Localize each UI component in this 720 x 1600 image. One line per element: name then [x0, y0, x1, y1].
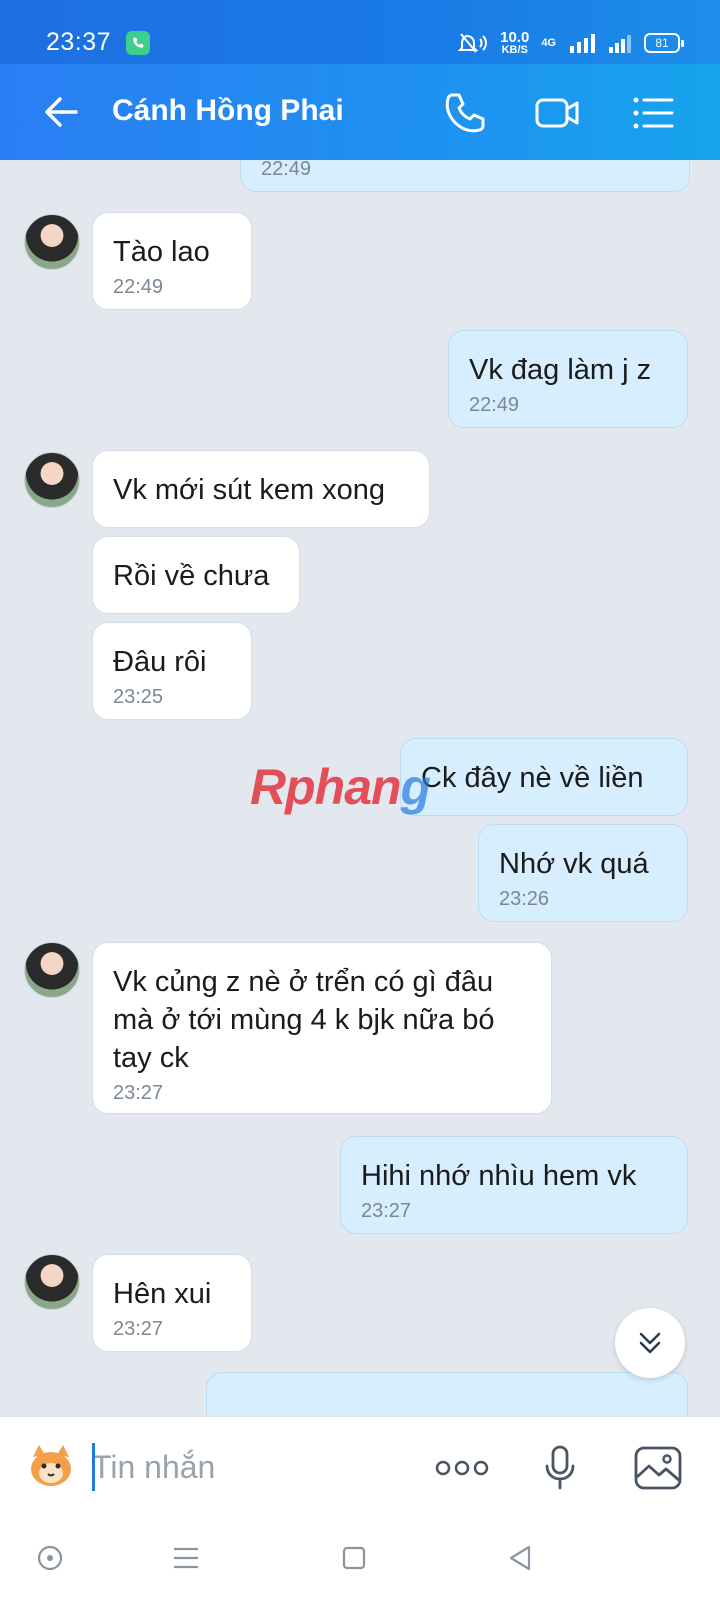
message-input[interactable] [92, 1443, 412, 1491]
double-chevron-down-icon [639, 1332, 661, 1354]
mute-icon [458, 33, 488, 53]
network-speed: 10.0 KB/S [500, 29, 530, 56]
system-navigation-bar [0, 1516, 720, 1600]
message-text: Vk củng z nè ở trển có gì đâu mà ở tới m… [113, 966, 495, 1074]
message-bubble-outgoing[interactable]: 22:49 [240, 160, 690, 192]
message-text: Ck đây nè về liền [421, 762, 644, 794]
message-text: Đâu rôi [113, 646, 207, 678]
phone-notification-icon [126, 31, 150, 55]
message-text: Nhớ vk quá [499, 848, 649, 880]
network-type: 4G [541, 37, 556, 49]
message-bubble-outgoing[interactable]: Nhớ vk quá 23:26 [478, 824, 688, 922]
message-bubble-incoming[interactable]: Đâu rôi 23:25 [92, 622, 252, 720]
message-time: 23:27 [113, 1318, 164, 1340]
contact-avatar[interactable] [24, 214, 80, 270]
message-text: Rồi về chưa [113, 560, 270, 592]
message-time: 22:49 [113, 276, 164, 298]
back-arrow-icon[interactable] [40, 90, 84, 134]
scroll-to-bottom-button[interactable] [615, 1308, 685, 1378]
signal-icon-2 [609, 35, 631, 53]
message-time: 23:27 [113, 1082, 164, 1104]
message-time: 23:25 [113, 686, 164, 708]
message-text: Vk mới sút kem xong [113, 474, 386, 506]
back-icon[interactable] [500, 1538, 540, 1578]
message-bubble-incoming[interactable]: Vk củng z nè ở trển có gì đâu mà ở tới m… [92, 942, 552, 1114]
contact-avatar[interactable] [24, 452, 80, 508]
home-icon[interactable] [334, 1538, 374, 1578]
message-text: Hên xui [113, 1278, 212, 1310]
message-bubble-outgoing[interactable]: Ck đây nè về liền [400, 738, 688, 816]
message-text: Tào lao [113, 236, 210, 268]
microphone-icon[interactable] [540, 1443, 580, 1493]
status-time: 23:37 [46, 28, 112, 56]
video-call-icon[interactable] [534, 90, 580, 136]
message-bubble-outgoing[interactable] [206, 1372, 688, 1416]
assistant-icon[interactable] [30, 1538, 70, 1578]
text-caret [92, 1443, 95, 1491]
chat-header: Cánh Hồng Phai [0, 64, 720, 160]
phone-call-icon[interactable] [442, 90, 488, 136]
message-list[interactable]: 22:49 Tào lao 22:49 Vk đag làm j z 22:49… [0, 160, 720, 1416]
message-composer [0, 1416, 720, 1516]
contact-avatar[interactable] [24, 1254, 80, 1310]
message-time: 22:49 [261, 160, 312, 180]
message-text: Vk đag làm j z [469, 354, 652, 386]
message-bubble-incoming[interactable]: Vk mới sút kem xong [92, 450, 430, 528]
message-bubble-outgoing[interactable]: Vk đag làm j z 22:49 [448, 330, 688, 428]
more-options-icon[interactable] [434, 1443, 490, 1493]
message-text: Hihi nhớ nhìu hem vk [361, 1160, 637, 1192]
contact-avatar[interactable] [24, 942, 80, 998]
contact-name[interactable]: Cánh Hồng Phai [112, 94, 344, 128]
sticker-icon[interactable] [24, 1439, 78, 1493]
recent-apps-icon[interactable] [166, 1538, 206, 1578]
battery-icon: 81 [644, 33, 684, 53]
message-time: 22:49 [469, 394, 520, 416]
signal-icon [570, 34, 595, 53]
message-time: 23:26 [499, 888, 550, 910]
status-bar: 23:37 10.0 KB/S 4G 81 [0, 0, 720, 64]
message-bubble-incoming[interactable]: Rồi về chưa [92, 536, 300, 614]
message-bubble-outgoing[interactable]: Hihi nhớ nhìu hem vk 23:27 [340, 1136, 688, 1234]
message-bubble-incoming[interactable]: Tào lao 22:49 [92, 212, 252, 310]
message-bubble-incoming[interactable]: Hên xui 23:27 [92, 1254, 252, 1352]
image-gallery-icon[interactable] [632, 1443, 684, 1493]
message-time: 23:27 [361, 1200, 412, 1222]
menu-list-icon[interactable] [630, 90, 676, 136]
